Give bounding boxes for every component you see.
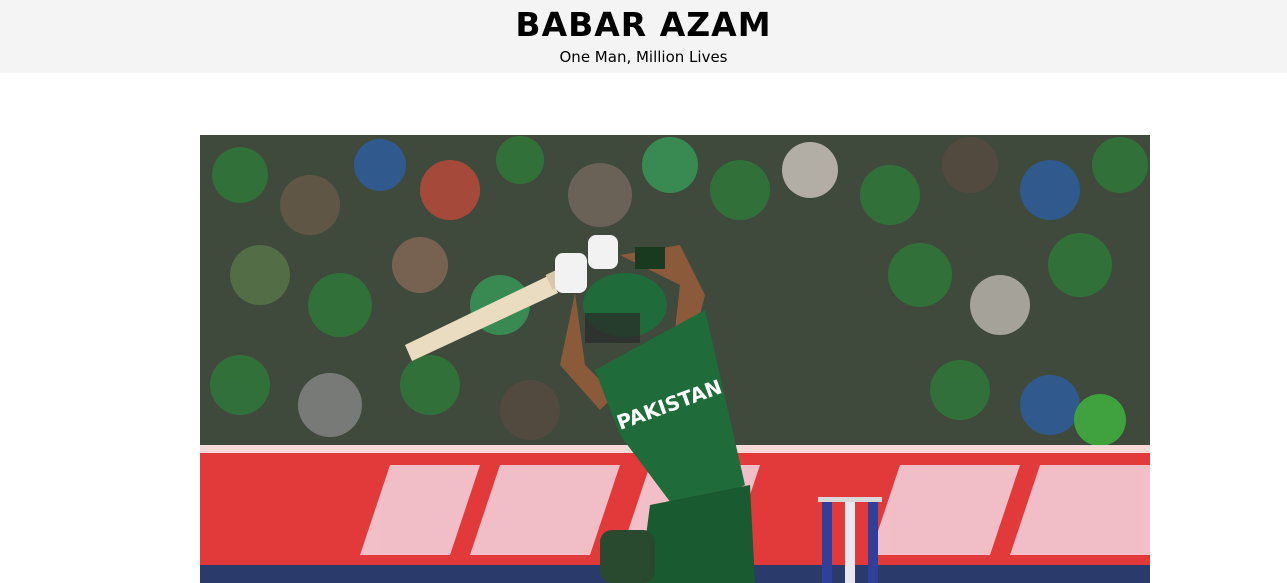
page-subtitle: One Man, Million Lives	[559, 48, 728, 66]
stumps-graphic	[818, 497, 882, 583]
site-header: BABAR AZAM One Man, Million Lives	[0, 0, 1287, 73]
page-title: BABAR AZAM	[515, 5, 772, 44]
hero-image: PAKISTAN	[200, 135, 1150, 583]
